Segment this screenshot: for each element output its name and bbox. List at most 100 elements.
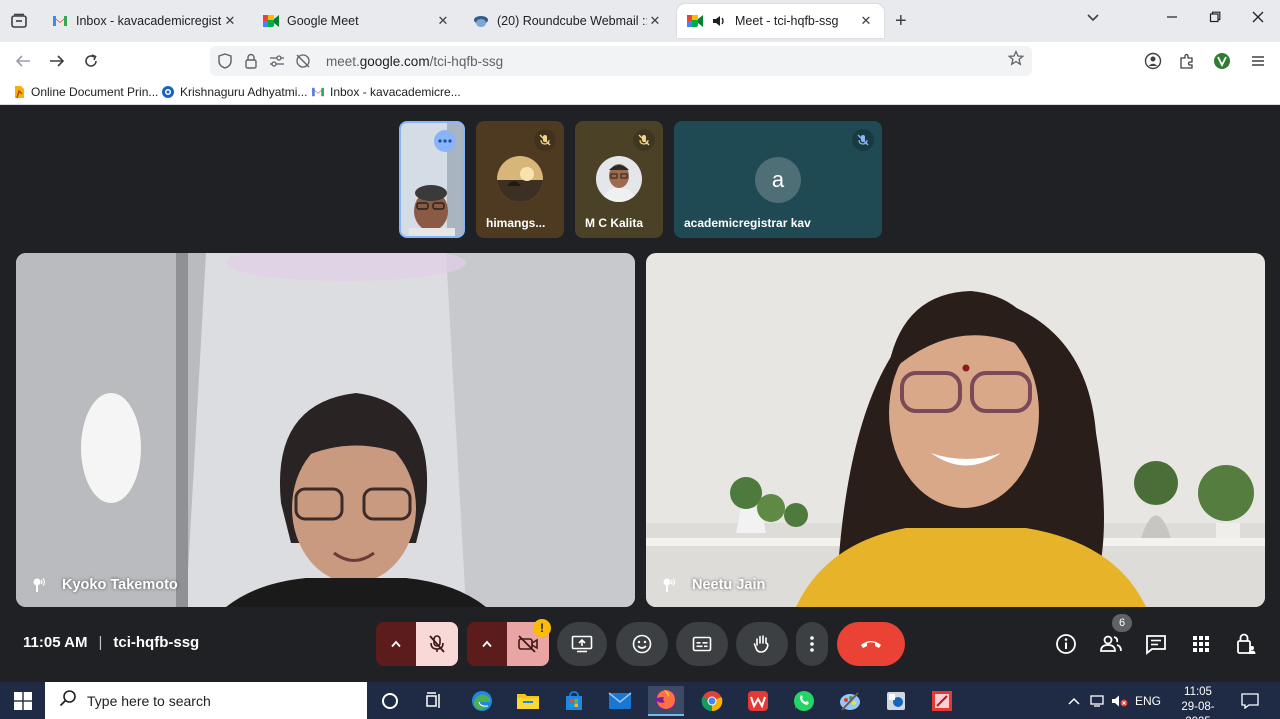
permissions-icon[interactable]: [266, 50, 288, 72]
participant-label: Neetu Jain: [662, 577, 765, 593]
account-sync-icon[interactable]: [1143, 51, 1163, 71]
chevron-up-icon: [482, 640, 492, 648]
participant-count-badge: 6: [1112, 614, 1132, 632]
system-info-icon[interactable]: [878, 686, 914, 716]
close-window-icon[interactable]: [1248, 10, 1268, 26]
close-tab-icon[interactable]: ✕: [647, 13, 663, 29]
back-icon[interactable]: [12, 50, 34, 72]
more-options-icon[interactable]: [434, 130, 456, 152]
participant-video-tile-neetu[interactable]: Neetu Jain: [646, 253, 1265, 607]
tab-roundcube[interactable]: (20) Roundcube Webmail :: Inbo ✕: [463, 4, 673, 38]
bookmark-gmail-inbox[interactable]: Inbox - kavacademicre...: [311, 85, 461, 99]
speaker-playing-icon[interactable]: [711, 13, 727, 29]
extensions-icon[interactable]: [1177, 51, 1197, 71]
bookmark-online-document[interactable]: Online Document Prin...: [12, 85, 158, 99]
chat-icon: [1146, 635, 1166, 655]
whatsapp-icon[interactable]: [786, 686, 822, 716]
mic-off-icon: [633, 129, 655, 151]
camera-off-icon: [518, 635, 538, 653]
people-icon: [1100, 635, 1122, 652]
volume-muted-icon[interactable]: [1110, 682, 1130, 719]
warning-badge-icon[interactable]: !: [533, 619, 551, 637]
bookmark-star-icon[interactable]: [1007, 49, 1025, 71]
input-language-indicator[interactable]: ENG: [1134, 682, 1162, 719]
taskbar-clock[interactable]: 11:05 29-08-2025: [1170, 685, 1226, 719]
show-hidden-icons[interactable]: [1066, 682, 1082, 719]
new-tab-icon[interactable]: +: [895, 10, 907, 33]
participant-video-tile-kyoko[interactable]: Kyoko Takemoto: [16, 253, 635, 607]
taskbar-time: 11:05: [1184, 686, 1212, 698]
video-settings-button[interactable]: [467, 622, 507, 666]
edge-browser-icon[interactable]: [464, 686, 500, 716]
forward-icon[interactable]: [46, 50, 68, 72]
restore-icon[interactable]: [1205, 10, 1225, 26]
cortana-icon[interactable]: [372, 686, 408, 716]
network-icon[interactable]: [1088, 682, 1108, 719]
chat-button[interactable]: [1144, 632, 1168, 656]
bookmarks-bar: Online Document Prin... Krishnaguru Adhy…: [0, 80, 1280, 105]
participant-label: Kyoko Takemoto: [32, 577, 178, 593]
url-subdomain: meet.: [326, 53, 360, 69]
snipping-tool-icon[interactable]: [924, 686, 960, 716]
tab-meet-active[interactable]: Meet - tci-hqfb-ssg ✕: [677, 4, 884, 38]
self-view-tile[interactable]: [399, 121, 465, 238]
windows-logo-icon: [13, 691, 32, 710]
shield-icon[interactable]: [214, 50, 236, 72]
participant-tile-himangs[interactable]: himangs...: [476, 121, 564, 238]
activities-button[interactable]: [1189, 632, 1213, 656]
profile-avatar-icon[interactable]: [1212, 51, 1232, 71]
paint-icon[interactable]: [832, 686, 868, 716]
tab-gmail-inbox[interactable]: Inbox - kavacademicregistrar@g ✕: [42, 4, 248, 38]
tab-list-icon[interactable]: [8, 10, 30, 32]
notifications-icon[interactable]: [1236, 682, 1264, 719]
chrome-icon[interactable]: [694, 686, 730, 716]
leave-call-button[interactable]: [837, 622, 905, 666]
mail-icon[interactable]: [602, 686, 638, 716]
start-button[interactable]: [0, 682, 45, 719]
close-tab-icon[interactable]: ✕: [435, 13, 451, 29]
minimize-icon[interactable]: [1162, 10, 1182, 26]
wps-office-icon[interactable]: [740, 686, 776, 716]
camera-blocked-icon[interactable]: [292, 50, 314, 72]
task-view-icon[interactable]: [416, 686, 452, 716]
firefox-icon[interactable]: [648, 686, 684, 716]
address-bar[interactable]: meet.google.com/tci-hqfb-ssg: [210, 46, 1032, 76]
tab-title: Inbox - kavacademicregistrar@g: [76, 14, 222, 28]
browser-tab-strip: Inbox - kavacademicregistrar@g ✕ Google …: [0, 0, 1280, 42]
reload-icon[interactable]: [80, 50, 102, 72]
lock-person-icon: [1237, 633, 1256, 654]
bookmark-krishnaguru[interactable]: Krishnaguru Adhyatmi...: [161, 85, 307, 99]
document-icon: [12, 85, 26, 99]
meet-icon: [263, 13, 279, 29]
pin-icon[interactable]: [662, 577, 678, 593]
gmail-icon: [52, 13, 68, 29]
present-screen-button[interactable]: [557, 622, 607, 666]
url-text[interactable]: meet.google.com/tci-hqfb-ssg: [326, 54, 503, 69]
more-options-button[interactable]: [796, 622, 828, 666]
participant-tile-academicregistrar[interactable]: a academicregistrar kav: [674, 121, 882, 238]
raise-hand-button[interactable]: [736, 622, 788, 666]
participant-tile-mc-kalita[interactable]: M C Kalita: [575, 121, 663, 238]
tab-list-dropdown-icon[interactable]: [1086, 10, 1100, 26]
microsoft-store-icon[interactable]: [556, 686, 592, 716]
meeting-code: tci-hqfb-ssg: [113, 634, 200, 651]
audio-settings-button[interactable]: [376, 622, 416, 666]
pin-icon[interactable]: [32, 577, 48, 593]
host-controls-button[interactable]: [1234, 632, 1258, 656]
captions-button[interactable]: [676, 622, 728, 666]
reactions-button[interactable]: [616, 622, 668, 666]
participant-avatar-initial: a: [755, 157, 801, 203]
close-tab-icon[interactable]: ✕: [858, 13, 874, 29]
close-tab-icon[interactable]: ✕: [222, 13, 238, 29]
taskbar-search-box[interactable]: Type here to search: [45, 682, 367, 719]
mic-toggle-button[interactable]: [416, 622, 458, 666]
url-path: /tci-hqfb-ssg: [429, 53, 504, 69]
tab-google-meet[interactable]: Google Meet ✕: [253, 4, 461, 38]
people-button[interactable]: [1099, 632, 1123, 656]
menu-icon[interactable]: [1248, 51, 1268, 71]
windows-taskbar: Type here to search ENG 11:05 29-08-: [0, 682, 1280, 719]
lock-icon[interactable]: [240, 50, 262, 72]
file-explorer-icon[interactable]: [510, 686, 546, 716]
tab-title: Google Meet: [287, 14, 359, 28]
meeting-details-button[interactable]: [1054, 632, 1078, 656]
